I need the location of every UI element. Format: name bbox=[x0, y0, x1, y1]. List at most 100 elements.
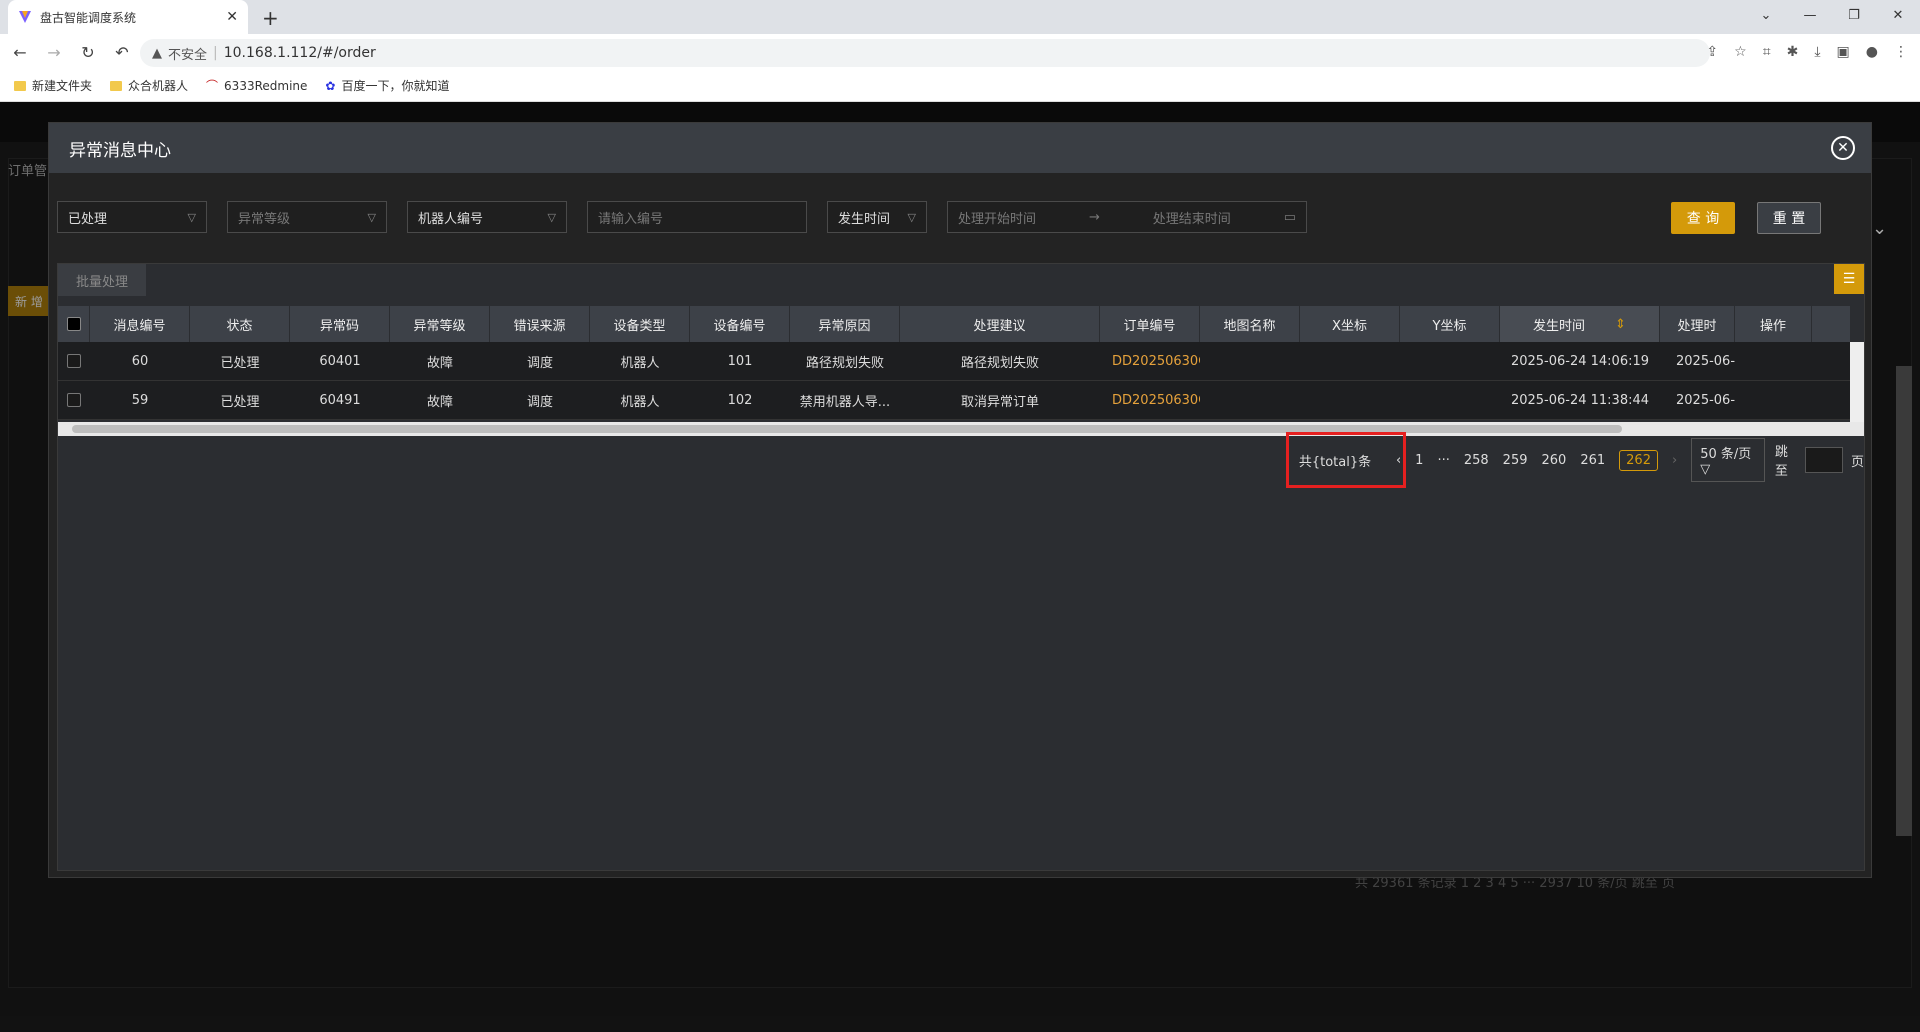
cell: 路径规划失败 bbox=[960, 355, 1039, 371]
column-header-sortable[interactable]: 发生时间 ⇕ bbox=[1500, 306, 1660, 342]
status-select[interactable]: 已处理 ▽ bbox=[57, 201, 207, 233]
cell: 机器人 bbox=[620, 355, 660, 371]
cell bbox=[1300, 381, 1400, 419]
close-icon[interactable]: ✕ bbox=[1831, 136, 1855, 160]
cell: 禁用机器人导... bbox=[799, 394, 891, 410]
jump-label: 跳至 bbox=[1774, 445, 1788, 479]
sidepanel-icon[interactable]: ▣ bbox=[1837, 44, 1850, 60]
exception-table-panel: 批量处理 ☰ 消息编号 状态 异常码 异常等级 错误来源 设备类型 设备编号 异… bbox=[57, 263, 1865, 871]
table-row[interactable]: 59 已处理 60491 故障 调度 机器人 102 禁用机器人导... 取消异… bbox=[58, 381, 1850, 420]
table-row[interactable]: 60 已处理 60401 故障 调度 机器人 101 路径规划失败 路径规划失败… bbox=[58, 342, 1850, 381]
select-all-checkbox[interactable] bbox=[58, 306, 90, 342]
table-horizontal-scrollbar[interactable] bbox=[58, 422, 1864, 436]
bookmarks-bar: 新建文件夹 众合机器人 ⌒ 6333Redmine ✿ 百度一下，你就知道 bbox=[0, 70, 1920, 102]
vuetify-logo-icon bbox=[19, 11, 31, 23]
browser-tab[interactable]: 盘古智能调度系统 ✕ bbox=[8, 0, 248, 34]
undo-icon[interactable]: ↶ bbox=[108, 43, 136, 62]
pagination: 共{total}条 ‹ 1 ··· 258 259 260 261 262 › … bbox=[1286, 432, 1864, 488]
profile-icon[interactable]: ● bbox=[1866, 44, 1878, 60]
highlight-box bbox=[1286, 432, 1406, 488]
star-icon[interactable]: ☆ bbox=[1734, 44, 1747, 60]
chevron-down-icon: ▽ bbox=[187, 210, 196, 224]
id-input[interactable]: 请输入编号 bbox=[587, 201, 807, 233]
batch-process-button[interactable]: 批量处理 bbox=[58, 264, 146, 296]
minimize-icon[interactable]: — bbox=[1788, 0, 1832, 30]
order-link[interactable]: DD20250630C bbox=[1100, 342, 1200, 380]
browser-tabstrip: 盘古智能调度系统 ✕ + ⌄ — ❐ ✕ bbox=[0, 0, 1920, 34]
calendar-icon: ▭ bbox=[1283, 209, 1296, 225]
cell bbox=[1300, 342, 1400, 380]
forward-icon[interactable]: → bbox=[40, 43, 68, 62]
level-select[interactable]: 异常等级 ▽ bbox=[227, 201, 387, 233]
cell: 2025-06-2 bbox=[1676, 353, 1735, 369]
column-header: 订单编号 bbox=[1100, 306, 1200, 342]
page-size-select[interactable]: 50 条/页 ▽ bbox=[1691, 438, 1765, 482]
column-header: 异常原因 bbox=[790, 306, 900, 342]
bookmark-item[interactable]: 众合机器人 bbox=[110, 77, 188, 94]
query-button[interactable]: 查 询 bbox=[1671, 202, 1735, 234]
url-separator: | bbox=[213, 45, 218, 61]
column-header: 处理建议 bbox=[900, 306, 1100, 342]
crop-icon[interactable]: ⌗ bbox=[1763, 44, 1771, 60]
baidu-icon: ✿ bbox=[325, 78, 336, 93]
extensions-icon[interactable]: ✱ bbox=[1787, 44, 1799, 60]
cell: 2025-06-2 bbox=[1676, 392, 1735, 408]
column-header: 消息编号 bbox=[90, 306, 190, 342]
cell: 故障 bbox=[426, 355, 453, 371]
page-item[interactable]: 260 bbox=[1542, 453, 1567, 468]
robot-select[interactable]: 机器人编号 ▽ bbox=[407, 201, 567, 233]
column-header: Y坐标 bbox=[1400, 306, 1500, 342]
time-type-select[interactable]: 发生时间 ▽ bbox=[827, 201, 927, 233]
actions-cell bbox=[1735, 381, 1812, 419]
row-checkbox[interactable] bbox=[58, 342, 90, 380]
page-item[interactable]: 261 bbox=[1580, 453, 1605, 468]
column-header: 异常等级 bbox=[390, 306, 490, 342]
close-window-icon[interactable]: ✕ bbox=[1876, 0, 1920, 30]
collapse-chevron-icon[interactable]: ⌄ bbox=[1872, 218, 1887, 239]
cell: 调度 bbox=[526, 394, 553, 410]
chevron-down-icon: ▽ bbox=[367, 210, 376, 224]
background-scrollbar[interactable] bbox=[1896, 366, 1912, 836]
order-link[interactable]: DD20250630C bbox=[1100, 381, 1200, 419]
tab-search-icon[interactable]: ⌄ bbox=[1744, 0, 1788, 30]
share-icon[interactable]: ⇪ bbox=[1706, 44, 1718, 60]
tab-close-icon[interactable]: ✕ bbox=[226, 9, 238, 25]
table-header: 消息编号 状态 异常码 异常等级 错误来源 设备类型 设备编号 异常原因 处理建… bbox=[58, 306, 1850, 342]
reset-button[interactable]: 重 置 bbox=[1757, 202, 1821, 234]
current-page[interactable]: 262 bbox=[1619, 449, 1658, 471]
column-settings-icon[interactable]: ☰ bbox=[1834, 264, 1864, 294]
bookmark-item[interactable]: 新建文件夹 bbox=[14, 77, 92, 94]
date-range-picker[interactable]: 处理开始时间 → 处理结束时间 ▭ bbox=[947, 201, 1307, 233]
cell: 已处理 bbox=[220, 394, 260, 410]
restore-icon[interactable]: ❐ bbox=[1832, 0, 1876, 30]
table-vertical-scrollbar[interactable] bbox=[1850, 342, 1864, 422]
cell bbox=[1200, 342, 1300, 380]
tab-title: 盘古智能调度系统 bbox=[40, 10, 137, 25]
column-header: 异常码 bbox=[290, 306, 390, 342]
redmine-icon: ⌒ bbox=[206, 79, 219, 93]
cell bbox=[1400, 381, 1500, 419]
bookmark-item[interactable]: ✿ 百度一下，你就知道 bbox=[325, 77, 449, 94]
folder-icon bbox=[110, 80, 123, 91]
page-item[interactable]: 259 bbox=[1503, 453, 1528, 468]
reload-icon[interactable]: ↻ bbox=[74, 43, 102, 62]
back-icon[interactable]: ← bbox=[6, 43, 34, 62]
next-page-icon[interactable]: › bbox=[1672, 453, 1677, 468]
warning-icon: ▲ bbox=[152, 45, 162, 61]
cell: 2025-06-24 11:38:44 bbox=[1510, 392, 1650, 408]
modal-header: 异常消息中心 ✕ bbox=[49, 123, 1871, 173]
page-ellipsis[interactable]: ··· bbox=[1437, 453, 1449, 468]
window-controls: ⌄ — ❐ ✕ bbox=[1744, 0, 1920, 34]
chevron-down-icon: ▽ bbox=[907, 210, 916, 224]
bookmark-item[interactable]: ⌒ 6333Redmine bbox=[206, 77, 307, 94]
download-icon[interactable]: ⤓ bbox=[1814, 44, 1820, 60]
filter-bar: 已处理 ▽ 异常等级 ▽ 机器人编号 ▽ 请输入编号 发生时间 ▽ 处理开始时间 → 处… bbox=[57, 201, 1865, 234]
jump-input[interactable] bbox=[1805, 447, 1843, 473]
row-checkbox[interactable] bbox=[58, 381, 90, 419]
url-input[interactable]: ▲ 不安全 | 10.168.1.112/#/order bbox=[140, 39, 1710, 67]
new-tab-icon[interactable]: + bbox=[262, 6, 279, 30]
page-item[interactable]: 1 bbox=[1415, 453, 1423, 468]
menu-icon[interactable]: ⋮ bbox=[1894, 44, 1908, 60]
page-item[interactable]: 258 bbox=[1464, 453, 1489, 468]
cell: 102 bbox=[727, 392, 753, 408]
